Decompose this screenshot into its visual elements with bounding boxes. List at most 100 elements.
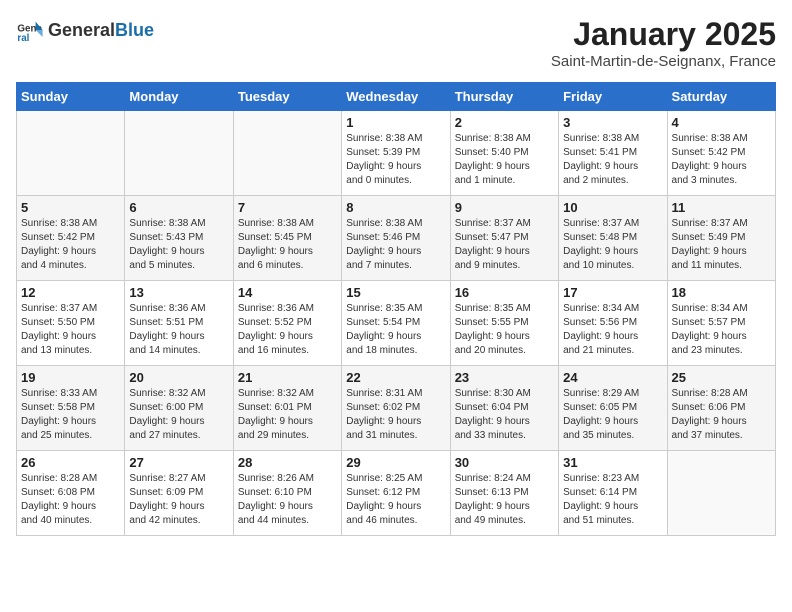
day-info: Sunrise: 8:38 AM Sunset: 5:43 PM Dayligh… (129, 217, 228, 273)
day-info: Sunrise: 8:37 AM Sunset: 5:47 PM Dayligh… (455, 217, 554, 273)
day-number: 5 (21, 200, 120, 215)
day-number: 29 (346, 455, 445, 470)
header-tuesday: Tuesday (233, 83, 341, 111)
calendar-cell (17, 111, 125, 196)
day-number: 25 (672, 370, 771, 385)
day-info: Sunrise: 8:35 AM Sunset: 5:54 PM Dayligh… (346, 302, 445, 358)
page-title: January 2025 (551, 16, 776, 53)
calendar-cell: 2Sunrise: 8:38 AM Sunset: 5:40 PM Daylig… (450, 111, 558, 196)
day-info: Sunrise: 8:34 AM Sunset: 5:57 PM Dayligh… (672, 302, 771, 358)
day-info: Sunrise: 8:28 AM Sunset: 6:08 PM Dayligh… (21, 472, 120, 528)
calendar-cell: 16 Sunrise: 8:35 AM Sunset: 5:55 PM Dayli… (450, 281, 558, 366)
day-info: Sunrise: 8:32 AM Sunset: 6:00 PM Dayligh… (129, 387, 228, 443)
logo-icon: Gene ral (16, 16, 44, 44)
day-number: 13 (129, 285, 228, 300)
calendar-cell: 23Sunrise: 8:30 AM Sunset: 6:04 PM Dayli… (450, 366, 558, 451)
day-info: Sunrise: 8:33 AM Sunset: 5:58 PM Dayligh… (21, 387, 120, 443)
day-number: 27 (129, 455, 228, 470)
calendar-cell (233, 111, 341, 196)
day-number: 21 (238, 370, 337, 385)
header-saturday: Saturday (667, 83, 775, 111)
day-number: 19 (21, 370, 120, 385)
header-thursday: Thursday (450, 83, 558, 111)
day-info: Sunrise: 8:31 AM Sunset: 6:02 PM Dayligh… (346, 387, 445, 443)
calendar-cell: 19 Sunrise: 8:33 AM Sunset: 5:58 PM Dayli… (17, 366, 125, 451)
day-number: 15 (346, 285, 445, 300)
day-number: 12 (21, 285, 120, 300)
calendar-cell: 31 Sunrise: 8:23 AM Sunset: 6:14 PM Dayli… (559, 451, 667, 536)
day-info: Sunrise: 8:37 AM Sunset: 5:49 PM Dayligh… (672, 217, 771, 273)
day-info: Sunrise: 8:30 AM Sunset: 6:04 PM Dayligh… (455, 387, 554, 443)
calendar-cell: 22Sunrise: 8:31 AM Sunset: 6:02 PM Dayli… (342, 366, 450, 451)
day-number: 30 (455, 455, 554, 470)
day-info: Sunrise: 8:35 AM Sunset: 5:55 PM Dayligh… (455, 302, 554, 358)
day-number: 16 (455, 285, 554, 300)
calendar-week-row: 1Sunrise: 8:38 AM Sunset: 5:39 PM Daylig… (17, 111, 776, 196)
calendar-table: SundayMondayTuesdayWednesdayThursdayFrid… (16, 82, 776, 536)
day-number: 3 (563, 115, 662, 130)
day-number: 20 (129, 370, 228, 385)
calendar-cell: 27 Sunrise: 8:27 AM Sunset: 6:09 PM Dayli… (125, 451, 233, 536)
day-number: 14 (238, 285, 337, 300)
logo: Gene ral GeneralBlue (16, 16, 154, 44)
calendar-cell: 8Sunrise: 8:38 AM Sunset: 5:46 PM Daylig… (342, 196, 450, 281)
day-info: Sunrise: 8:27 AM Sunset: 6:09 PM Dayligh… (129, 472, 228, 528)
day-info: Sunrise: 8:38 AM Sunset: 5:42 PM Dayligh… (672, 132, 771, 188)
calendar-cell: 29 Sunrise: 8:25 AM Sunset: 6:12 PM Dayli… (342, 451, 450, 536)
header-friday: Friday (559, 83, 667, 111)
calendar-cell: 17 Sunrise: 8:34 AM Sunset: 5:56 PM Dayli… (559, 281, 667, 366)
day-number: 17 (563, 285, 662, 300)
calendar-cell: 28 Sunrise: 8:26 AM Sunset: 6:10 PM Dayli… (233, 451, 341, 536)
calendar-cell: 6 Sunrise: 8:38 AM Sunset: 5:43 PM Daylig… (125, 196, 233, 281)
day-info: Sunrise: 8:29 AM Sunset: 6:05 PM Dayligh… (563, 387, 662, 443)
day-info: Sunrise: 8:28 AM Sunset: 6:06 PM Dayligh… (672, 387, 771, 443)
day-number: 26 (21, 455, 120, 470)
day-info: Sunrise: 8:38 AM Sunset: 5:42 PM Dayligh… (21, 217, 120, 273)
calendar-week-row: 5 Sunrise: 8:38 AM Sunset: 5:42 PM Daylig… (17, 196, 776, 281)
day-info: Sunrise: 8:38 AM Sunset: 5:45 PM Dayligh… (238, 217, 337, 273)
header-sunday: Sunday (17, 83, 125, 111)
calendar-cell: 14Sunrise: 8:36 AM Sunset: 5:52 PM Dayli… (233, 281, 341, 366)
header-wednesday: Wednesday (342, 83, 450, 111)
calendar-week-row: 12 Sunrise: 8:37 AM Sunset: 5:50 PM Dayli… (17, 281, 776, 366)
calendar-cell: 5 Sunrise: 8:38 AM Sunset: 5:42 PM Daylig… (17, 196, 125, 281)
calendar-cell: 9 Sunrise: 8:37 AM Sunset: 5:47 PM Daylig… (450, 196, 558, 281)
logo-blue: Blue (115, 20, 154, 40)
calendar-cell: 3 Sunrise: 8:38 AM Sunset: 5:41 PM Daylig… (559, 111, 667, 196)
calendar-cell: 13 Sunrise: 8:36 AM Sunset: 5:51 PM Dayli… (125, 281, 233, 366)
calendar-cell: 1Sunrise: 8:38 AM Sunset: 5:39 PM Daylig… (342, 111, 450, 196)
day-number: 28 (238, 455, 337, 470)
day-number: 24 (563, 370, 662, 385)
calendar-cell: 30Sunrise: 8:24 AM Sunset: 6:13 PM Dayli… (450, 451, 558, 536)
day-info: Sunrise: 8:38 AM Sunset: 5:40 PM Dayligh… (455, 132, 554, 188)
calendar-cell: 18 Sunrise: 8:34 AM Sunset: 5:57 PM Dayli… (667, 281, 775, 366)
day-number: 9 (455, 200, 554, 215)
page-header: Gene ral GeneralBlue January 2025 Saint-… (16, 16, 776, 70)
day-info: Sunrise: 8:38 AM Sunset: 5:41 PM Dayligh… (563, 132, 662, 188)
day-info: Sunrise: 8:34 AM Sunset: 5:56 PM Dayligh… (563, 302, 662, 358)
day-number: 7 (238, 200, 337, 215)
day-number: 31 (563, 455, 662, 470)
calendar-cell (667, 451, 775, 536)
calendar-cell: 4Sunrise: 8:38 AM Sunset: 5:42 PM Daylig… (667, 111, 775, 196)
day-number: 18 (672, 285, 771, 300)
day-number: 6 (129, 200, 228, 215)
day-number: 11 (672, 200, 771, 215)
calendar-cell: 10Sunrise: 8:37 AM Sunset: 5:48 PM Dayli… (559, 196, 667, 281)
day-info: Sunrise: 8:26 AM Sunset: 6:10 PM Dayligh… (238, 472, 337, 528)
header-row: SundayMondayTuesdayWednesdayThursdayFrid… (17, 83, 776, 111)
day-info: Sunrise: 8:23 AM Sunset: 6:14 PM Dayligh… (563, 472, 662, 528)
calendar-cell: 24 Sunrise: 8:29 AM Sunset: 6:05 PM Dayli… (559, 366, 667, 451)
calendar-week-row: 19 Sunrise: 8:33 AM Sunset: 5:58 PM Dayli… (17, 366, 776, 451)
header-monday: Monday (125, 83, 233, 111)
calendar-cell (125, 111, 233, 196)
calendar-cell: 7 Sunrise: 8:38 AM Sunset: 5:45 PM Daylig… (233, 196, 341, 281)
page-subtitle: Saint-Martin-de-Seignanx, France (551, 53, 776, 70)
day-info: Sunrise: 8:25 AM Sunset: 6:12 PM Dayligh… (346, 472, 445, 528)
day-info: Sunrise: 8:37 AM Sunset: 5:50 PM Dayligh… (21, 302, 120, 358)
calendar-cell: 11 Sunrise: 8:37 AM Sunset: 5:49 PM Dayli… (667, 196, 775, 281)
svg-text:ral: ral (17, 33, 29, 44)
day-info: Sunrise: 8:36 AM Sunset: 5:51 PM Dayligh… (129, 302, 228, 358)
day-info: Sunrise: 8:38 AM Sunset: 5:46 PM Dayligh… (346, 217, 445, 273)
calendar-week-row: 26 Sunrise: 8:28 AM Sunset: 6:08 PM Dayli… (17, 451, 776, 536)
